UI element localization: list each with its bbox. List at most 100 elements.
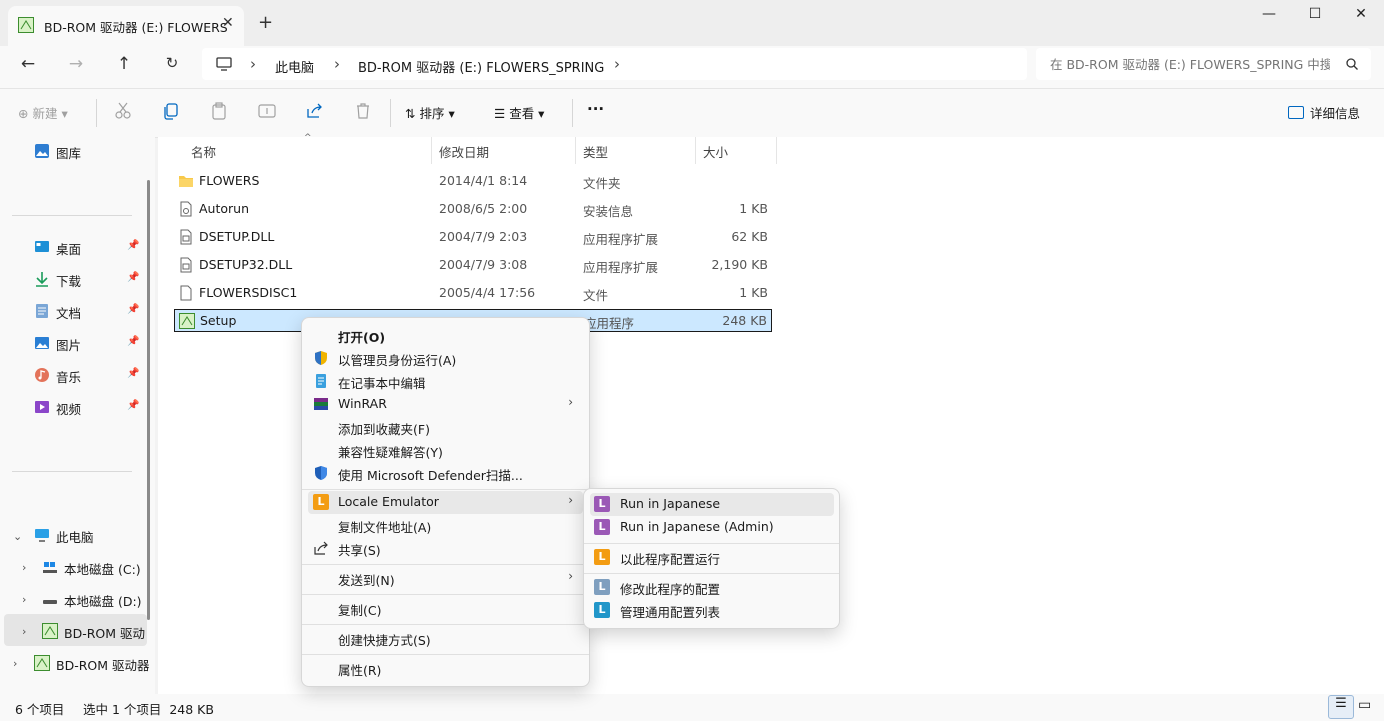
locale-emulator-icon: L bbox=[594, 549, 610, 565]
menu-item-edit-notepad[interactable]: 在记事本中编辑 bbox=[308, 370, 583, 393]
column-divider[interactable] bbox=[776, 137, 777, 164]
menu-separator bbox=[302, 594, 589, 595]
maximize-button[interactable]: ☐ bbox=[1292, 6, 1338, 26]
menu-item-copy[interactable]: 复制(C) bbox=[308, 597, 583, 620]
pin-icon[interactable]: 📌 bbox=[127, 368, 139, 379]
pin-icon[interactable]: 📌 bbox=[127, 304, 139, 315]
column-header-name[interactable]: 名称 bbox=[191, 142, 216, 161]
nav-item-documents[interactable]: 文档 📌 bbox=[34, 300, 144, 324]
tab-close-icon[interactable]: ✕ bbox=[222, 15, 234, 31]
menu-item-add-favorites[interactable]: 添加到收藏夹(F) bbox=[308, 416, 583, 439]
chevron-right-icon[interactable]: › bbox=[13, 657, 17, 670]
selection-info: 选中 1 个项目 248 KB bbox=[83, 702, 214, 717]
menu-item-run-as-admin[interactable]: 以管理员身份运行(A) bbox=[308, 347, 583, 370]
menu-item-create-shortcut[interactable]: 创建快捷方式(S) bbox=[308, 627, 583, 650]
nav-scrollbar[interactable] bbox=[147, 180, 150, 620]
file-row[interactable]: Autorun 2008/6/5 2:00 安装信息 1 KB bbox=[174, 196, 772, 222]
menu-item-compat-troubleshoot[interactable]: 兼容性疑难解答(Y) bbox=[308, 439, 583, 462]
file-row[interactable]: FLOWERSDISC1 2005/4/4 17:56 文件 1 KB bbox=[174, 280, 772, 306]
menu-item-locale-emulator[interactable]: L Locale Emulator › bbox=[308, 491, 583, 514]
pin-icon[interactable]: 📌 bbox=[127, 400, 139, 411]
copy-icon[interactable] bbox=[161, 101, 181, 121]
menu-item-copy-path[interactable]: 复制文件地址(A) bbox=[308, 514, 583, 537]
submenu-item-run-with-app-profile[interactable]: L 以此程序配置运行 bbox=[590, 546, 834, 569]
file-row[interactable]: FLOWERS 2014/4/1 8:14 文件夹 bbox=[174, 168, 772, 194]
folder-icon bbox=[179, 176, 193, 187]
gallery-icon bbox=[35, 144, 49, 158]
status-bar: 6 个项目 选中 1 个项目 248 KB ☰ ▭ bbox=[0, 694, 1384, 721]
chevron-down-icon[interactable]: ⌄ bbox=[13, 530, 22, 543]
menu-item-winrar[interactable]: WinRAR › bbox=[308, 393, 583, 416]
menu-item-send-to[interactable]: 发送到(N) › bbox=[308, 567, 583, 590]
chevron-right-icon: › bbox=[334, 55, 340, 73]
pin-icon[interactable]: 📌 bbox=[127, 336, 139, 347]
tiles-view-button[interactable]: ▭ bbox=[1358, 697, 1371, 713]
search-box[interactable] bbox=[1036, 48, 1371, 80]
forward-button[interactable]: → bbox=[62, 54, 90, 76]
bd-rom-drive-icon bbox=[42, 623, 58, 639]
sort-button[interactable]: ⇅ 排序 ▾ bbox=[405, 103, 455, 122]
documents-icon bbox=[36, 304, 48, 318]
nav-item-music[interactable]: 音乐 📌 bbox=[34, 364, 144, 388]
new-button[interactable]: ⊕ 新建 ▾ bbox=[18, 103, 68, 122]
more-options-button[interactable]: ··· bbox=[587, 100, 604, 118]
menu-item-properties[interactable]: 属性(R) bbox=[308, 657, 583, 680]
breadcrumb-this-pc[interactable]: 此电脑 bbox=[275, 57, 314, 76]
nav-item-pictures[interactable]: 图片 📌 bbox=[34, 332, 144, 356]
chevron-right-icon[interactable]: › bbox=[22, 561, 26, 574]
submenu-item-modify-app-profile[interactable]: L 修改此程序的配置 bbox=[590, 576, 834, 599]
search-icon bbox=[1346, 58, 1358, 70]
chevron-right-icon[interactable]: › bbox=[22, 593, 26, 606]
paste-icon[interactable] bbox=[209, 101, 229, 121]
nav-item-videos[interactable]: 视频 📌 bbox=[34, 396, 144, 420]
computer-icon bbox=[216, 57, 232, 71]
submenu-item-run-japanese-admin[interactable]: L Run in Japanese (Admin) bbox=[590, 516, 834, 539]
minimize-button[interactable]: — bbox=[1246, 6, 1292, 26]
navigation-pane: 图库 桌面 📌 下载 📌 文档 📌 图片 📌 音乐 📌 视频 📌 ⌄ 此电脑 › bbox=[0, 137, 155, 694]
address-bar[interactable]: › 此电脑 › BD-ROM 驱动器 (E:) FLOWERS_SPRING › bbox=[202, 48, 1027, 80]
chevron-right-icon[interactable]: › bbox=[22, 625, 26, 638]
view-button[interactable]: ☰ 查看 ▾ bbox=[494, 103, 544, 122]
toolbar-divider bbox=[96, 99, 97, 127]
menu-item-share[interactable]: 共享(S) bbox=[308, 537, 583, 560]
locale-emulator-icon: L bbox=[313, 494, 329, 510]
details-pane-button[interactable]: 详细信息 bbox=[1288, 103, 1360, 122]
pin-icon[interactable]: 📌 bbox=[127, 240, 139, 251]
drive-icon bbox=[18, 17, 34, 33]
up-button[interactable]: ↑ bbox=[110, 54, 138, 76]
column-divider[interactable] bbox=[695, 137, 696, 164]
refresh-button[interactable]: ↻ bbox=[158, 54, 186, 76]
breadcrumb-drive[interactable]: BD-ROM 驱动器 (E:) FLOWERS_SPRING bbox=[358, 57, 604, 76]
notepad-icon bbox=[316, 374, 326, 388]
tab-bd-rom[interactable]: BD-ROM 驱动器 (E:) FLOWERS ✕ bbox=[8, 6, 244, 46]
new-tab-button[interactable]: + bbox=[258, 12, 273, 33]
chevron-right-icon: › bbox=[568, 395, 573, 409]
locale-emulator-icon: L bbox=[594, 519, 610, 535]
close-window-button[interactable]: ✕ bbox=[1338, 6, 1384, 26]
computer-icon bbox=[35, 529, 49, 542]
menu-item-open[interactable]: 打开(O) bbox=[308, 324, 583, 347]
share-icon[interactable] bbox=[305, 101, 325, 121]
submenu-item-run-japanese[interactable]: L Run in Japanese bbox=[590, 493, 834, 516]
menu-item-defender-scan[interactable]: 使用 Microsoft Defender扫描... bbox=[308, 462, 583, 485]
pin-icon[interactable]: 📌 bbox=[127, 272, 139, 283]
column-header-type[interactable]: 类型 bbox=[583, 142, 608, 161]
winrar-icon bbox=[314, 398, 328, 410]
file-row[interactable]: DSETUP32.DLL 2004/7/9 3:08 应用程序扩展 2,190 … bbox=[174, 252, 772, 278]
nav-item-downloads[interactable]: 下载 📌 bbox=[34, 268, 144, 292]
submenu-item-manage-global-profiles[interactable]: L 管理通用配置列表 bbox=[590, 599, 834, 622]
file-row[interactable]: DSETUP.DLL 2004/7/9 2:03 应用程序扩展 62 KB bbox=[174, 224, 772, 250]
rename-icon[interactable] bbox=[257, 101, 277, 121]
delete-icon[interactable] bbox=[353, 101, 373, 121]
nav-item-desktop[interactable]: 桌面 📌 bbox=[34, 236, 144, 260]
dll-file-icon bbox=[180, 229, 192, 245]
column-header-size[interactable]: 大小 bbox=[703, 142, 728, 161]
back-button[interactable]: ← bbox=[14, 54, 42, 76]
details-view-button[interactable]: ☰ bbox=[1328, 695, 1354, 719]
search-input[interactable] bbox=[1048, 56, 1332, 73]
column-divider[interactable] bbox=[431, 137, 432, 164]
column-header-date[interactable]: 修改日期 bbox=[439, 142, 489, 161]
cut-icon[interactable] bbox=[113, 101, 133, 121]
column-divider[interactable] bbox=[575, 137, 576, 164]
locale-emulator-icon: L bbox=[594, 579, 610, 595]
